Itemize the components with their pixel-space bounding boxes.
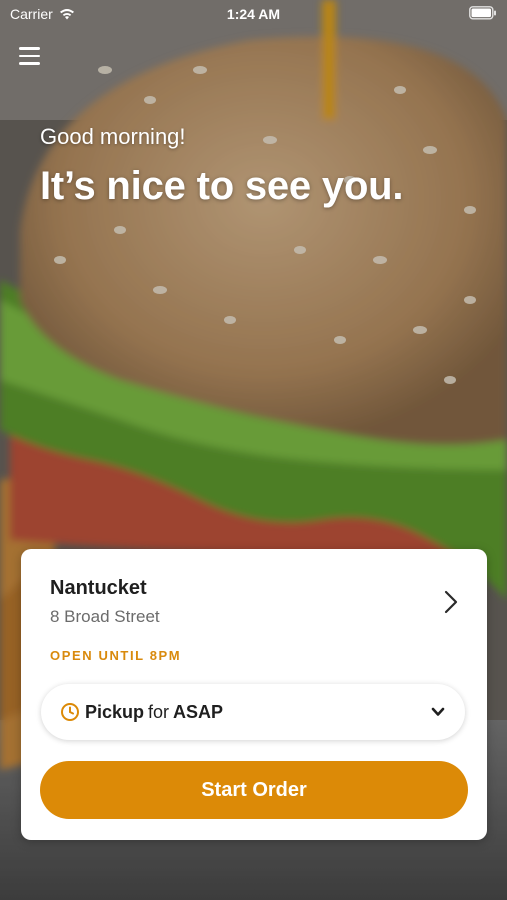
menu-bar-line	[19, 54, 40, 57]
headline-text: It’s nice to see you.	[40, 164, 404, 208]
order-mode-text: Pickup for ASAP	[85, 702, 223, 723]
hamburger-menu-icon[interactable]	[19, 47, 43, 69]
location-name[interactable]: Nantucket	[50, 577, 147, 600]
status-time: 1:24 AM	[226, 6, 281, 22]
order-mode-connector: for	[148, 701, 170, 722]
chevron-right-icon[interactable]	[443, 589, 459, 615]
order-mode-time: ASAP	[173, 701, 224, 722]
location-hours: OPEN UNTIL 8PM	[50, 648, 182, 663]
menu-bar-line	[19, 62, 40, 65]
chevron-down-icon	[431, 707, 445, 716]
menu-bar-line	[19, 47, 40, 50]
status-bar: Carrier 1:24 AM	[0, 0, 507, 28]
start-order-button[interactable]: Start Order	[40, 761, 468, 819]
order-mode-type: Pickup	[85, 701, 145, 722]
battery-icon	[469, 6, 496, 20]
greeting-text: Good morning!	[40, 124, 186, 149]
location-address[interactable]: 8 Broad Street	[50, 607, 160, 627]
order-mode-dropdown[interactable]: Pickup for ASAP	[41, 684, 465, 740]
order-card: Nantucket 8 Broad Street OPEN UNTIL 8PM …	[21, 549, 487, 840]
clock-icon	[61, 703, 79, 721]
